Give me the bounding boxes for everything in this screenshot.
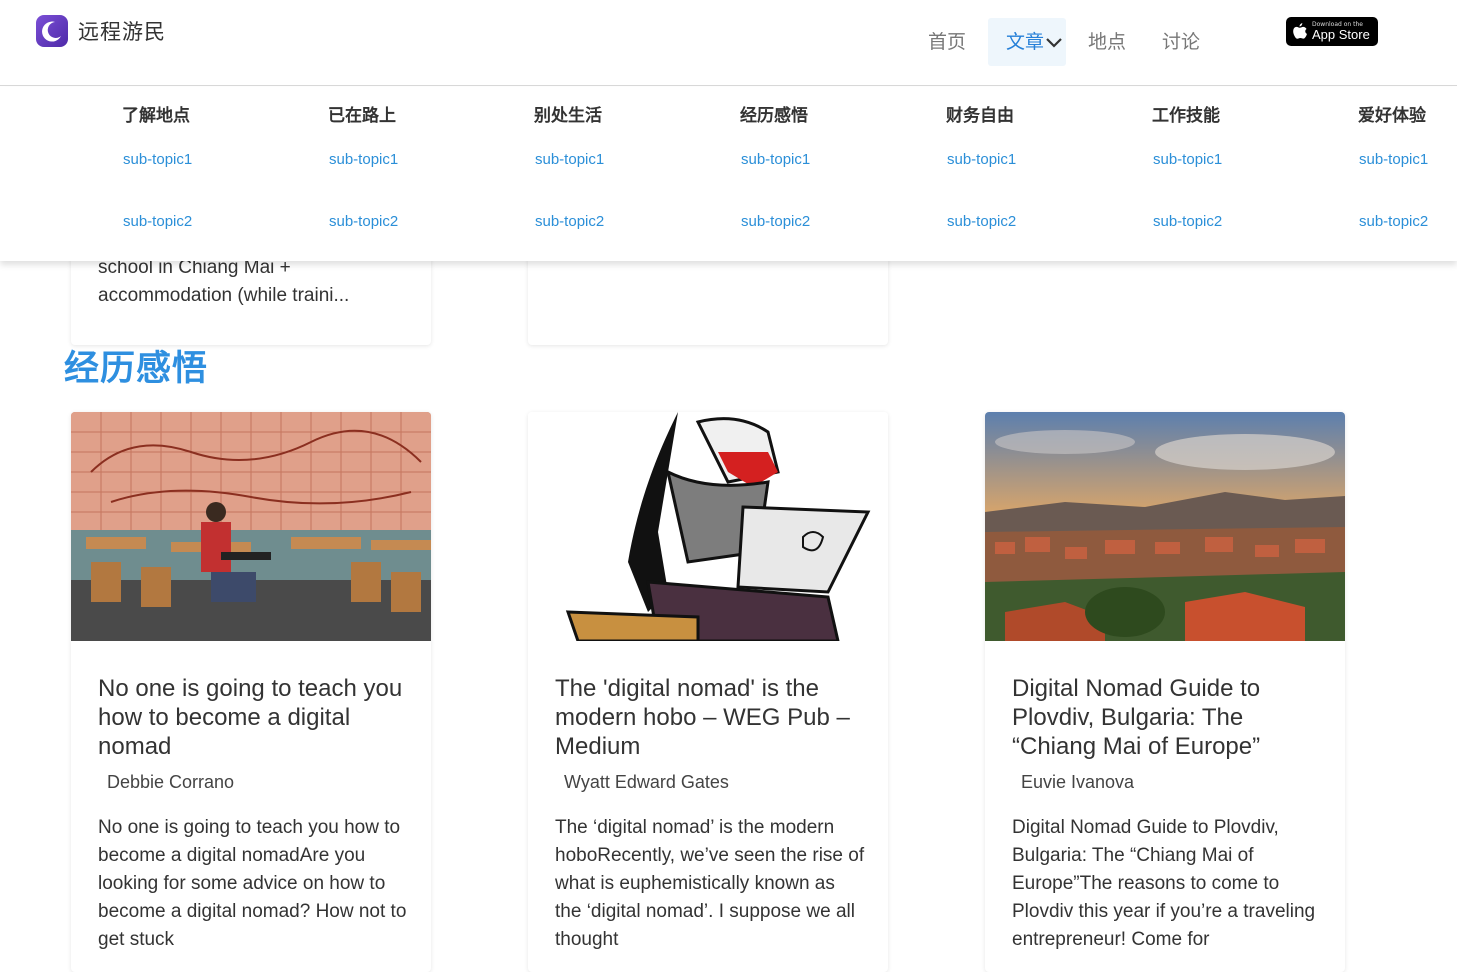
article-card[interactable]: The 'digital nomad' is the modern hobo –…	[528, 412, 888, 972]
article-thumbnail[interactable]	[528, 412, 888, 641]
plovdiv-sunset-photo	[985, 412, 1345, 641]
dropdown-category-title[interactable]: 工作技能	[1152, 101, 1220, 126]
article-title[interactable]: Digital Nomad Guide to Plovdiv, Bulgaria…	[1012, 674, 1322, 761]
dropdown-category-title[interactable]: 了解地点	[122, 101, 190, 126]
dropdown-subtopic-link[interactable]: sub-topic2	[1359, 213, 1428, 230]
dropdown-subtopic-link[interactable]: sub-topic2	[329, 213, 398, 230]
dropdown-subtopic-link[interactable]: sub-topic2	[1153, 213, 1222, 230]
cafe-woman-laptop-photo	[71, 412, 431, 641]
dropdown-category-title[interactable]: 爱好体验	[1358, 101, 1426, 126]
articles-dropdown-menu: 了解地点 sub-topic1 sub-topic2 已在路上 sub-topi…	[0, 87, 1457, 261]
dropdown-subtopic-link[interactable]: sub-topic1	[123, 151, 192, 168]
article-excerpt: No one is going to teach you how to beco…	[98, 817, 407, 950]
crescent-moon-icon	[36, 15, 68, 47]
section-title: 经历感悟	[64, 349, 209, 389]
main-nav: 首页 文章 地点 讨论	[910, 18, 1218, 66]
app-store-badge[interactable]: Download on the App Store	[1286, 17, 1378, 46]
brand-name: 远程游民	[78, 20, 166, 44]
apple-icon	[1293, 23, 1307, 39]
article-author: Euvie Ivanova	[1021, 772, 1135, 792]
dropdown-subtopic-link[interactable]: sub-topic1	[1153, 151, 1222, 168]
dropdown-subtopic-link[interactable]: sub-topic2	[123, 213, 192, 230]
nav-item-articles-label: 文章	[1006, 31, 1045, 53]
article-excerpt: The ‘digital nomad’ is the modern hoboRe…	[555, 817, 865, 950]
appstore-big-text: App Store	[1312, 27, 1370, 42]
previous-card-excerpt: school in Chiang Mai + accommodation (wh…	[98, 257, 350, 306]
brand-logo[interactable]: 远程游民	[36, 15, 166, 47]
article-card[interactable]: No one is going to teach you how to beco…	[71, 412, 431, 972]
chevron-down-icon	[1045, 19, 1065, 67]
dropdown-subtopic-link[interactable]: sub-topic1	[741, 151, 810, 168]
dropdown-category-title[interactable]: 别处生活	[534, 101, 602, 126]
dropdown-subtopic-link[interactable]: sub-topic2	[535, 213, 604, 230]
sketch-hobo-laptop-illustration	[528, 412, 888, 641]
article-author: Debbie Corrano	[107, 772, 235, 792]
top-navbar: 远程游民 首页 文章 地点 讨论 Download on the App Sto…	[0, 0, 1457, 86]
dropdown-subtopic-link[interactable]: sub-topic1	[1359, 151, 1428, 168]
dropdown-subtopic-link[interactable]: sub-topic2	[947, 213, 1016, 230]
nav-item-discuss[interactable]: 讨论	[1144, 18, 1218, 66]
dropdown-category-title[interactable]: 已在路上	[328, 101, 396, 126]
article-excerpt: Digital Nomad Guide to Plovdiv, Bulgaria…	[1012, 817, 1316, 950]
dropdown-category-title[interactable]: 财务自由	[946, 101, 1014, 126]
article-card[interactable]: Digital Nomad Guide to Plovdiv, Bulgaria…	[985, 412, 1345, 972]
dropdown-subtopic-link[interactable]: sub-topic1	[535, 151, 604, 168]
dropdown-subtopic-link[interactable]: sub-topic2	[741, 213, 810, 230]
nav-item-places[interactable]: 地点	[1070, 18, 1144, 66]
dropdown-subtopic-link[interactable]: sub-topic1	[947, 151, 1016, 168]
dropdown-category-title[interactable]: 经历感悟	[740, 101, 808, 126]
article-thumbnail[interactable]	[71, 412, 431, 641]
dropdown-subtopic-link[interactable]: sub-topic1	[329, 151, 398, 168]
article-thumbnail[interactable]	[985, 412, 1345, 641]
article-title[interactable]: No one is going to teach you how to beco…	[98, 674, 408, 761]
article-author: Wyatt Edward Gates	[564, 772, 729, 792]
article-title[interactable]: The 'digital nomad' is the modern hobo –…	[555, 674, 865, 761]
nav-item-articles[interactable]: 文章	[988, 18, 1067, 67]
nav-item-home[interactable]: 首页	[910, 18, 984, 66]
